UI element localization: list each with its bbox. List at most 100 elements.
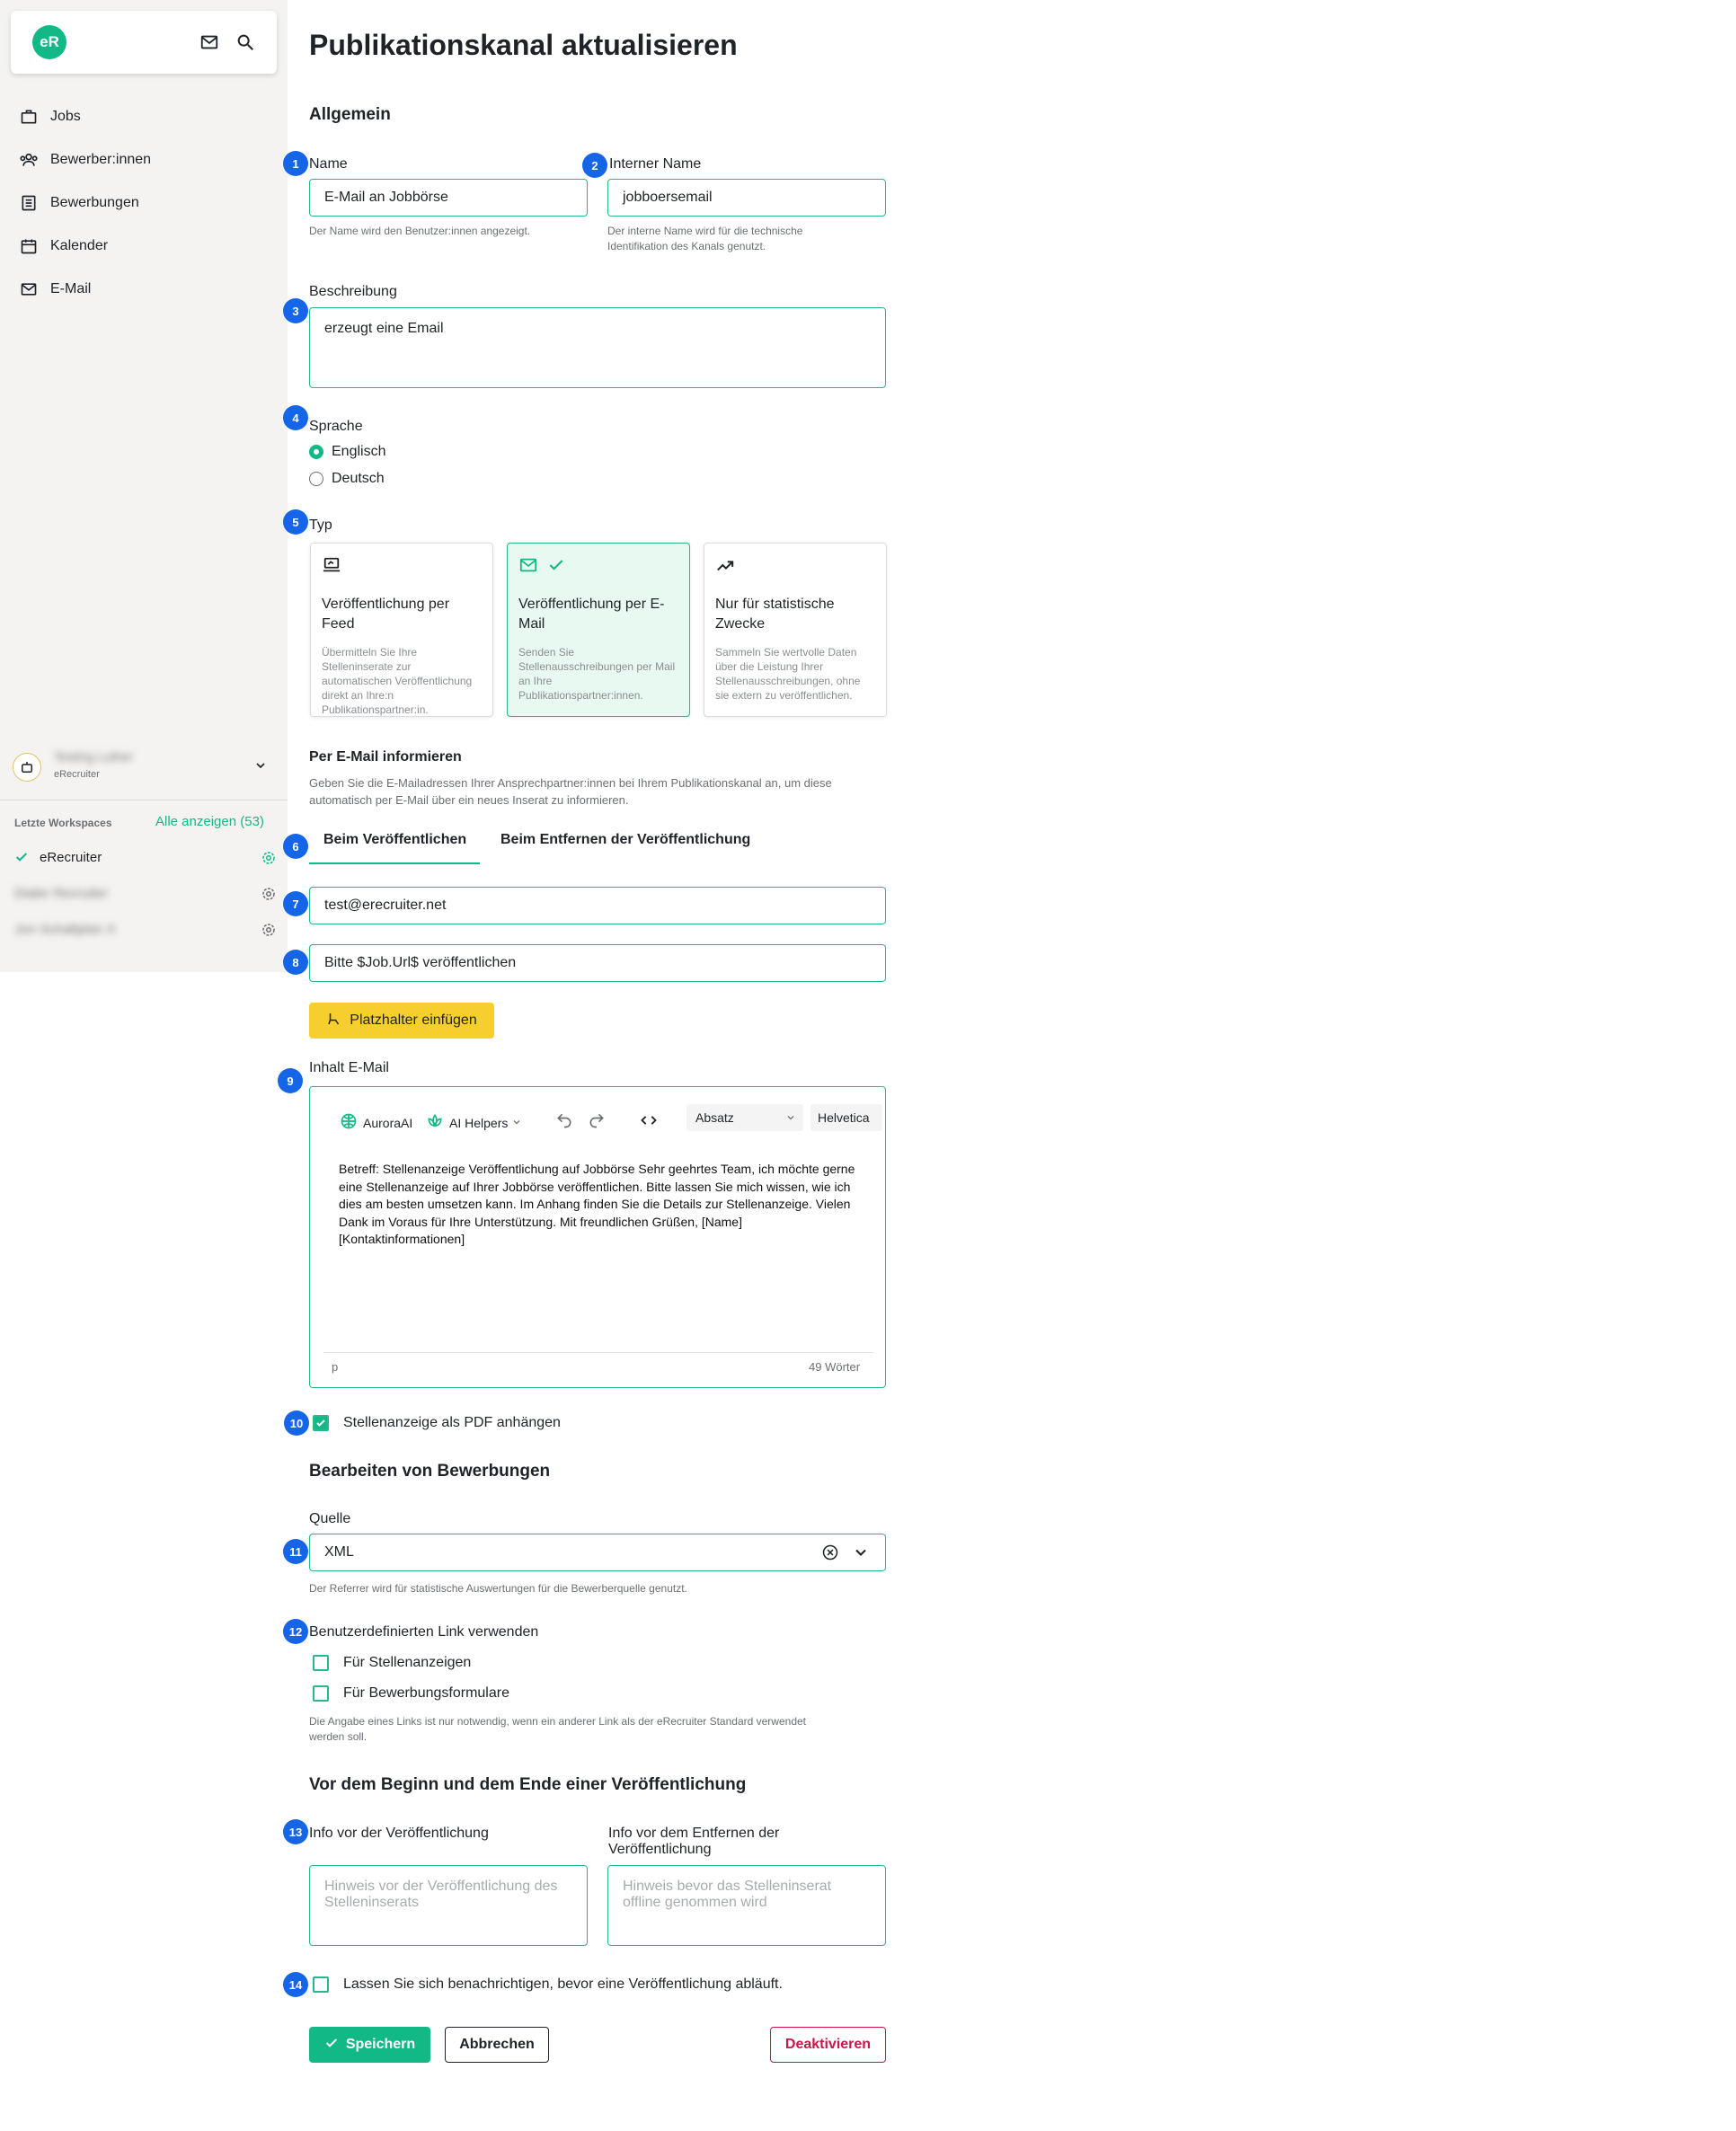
name-input[interactable]: E-Mail an Jobbörse xyxy=(309,179,588,217)
radio-unselected[interactable] xyxy=(309,472,323,486)
font-family-select[interactable]: Helvetica xyxy=(810,1104,882,1131)
checkbox-unchecked[interactable] xyxy=(313,1976,329,1993)
sidebar-item-jobs[interactable]: Jobs xyxy=(18,102,81,132)
description-textarea[interactable]: erzeugt eine Email xyxy=(309,307,886,388)
check-icon xyxy=(14,850,29,869)
tab-on-remove[interactable]: Beim Entfernen der Veröffentlichung xyxy=(500,832,750,848)
aurora-ai-button[interactable]: AuroraAI xyxy=(340,1112,412,1133)
trend-icon xyxy=(715,561,735,578)
lotus-icon xyxy=(426,1112,444,1133)
custom-link-jobs-option[interactable]: Für Stellenanzeigen xyxy=(313,1655,471,1671)
email-body-text[interactable]: Betreff: Stellenanzeige Veröffentlichung… xyxy=(339,1161,864,1249)
custom-link-option-label: Für Bewerbungsformulare xyxy=(343,1685,509,1701)
type-card-feed[interactable]: Veröffentlichung per Feed Übermitteln Si… xyxy=(310,543,493,717)
description-label: Beschreibung xyxy=(309,284,397,299)
notify-help: Geben Sie die E-Mailadressen Ihrer Anspr… xyxy=(309,776,832,807)
sidebar-item-label: Bewerbungen xyxy=(50,195,139,210)
checkbox-unchecked[interactable] xyxy=(313,1655,329,1671)
mail-icon xyxy=(518,558,538,578)
info-remove-textarea[interactable]: Hinweis bevor das Stelleninserat offline… xyxy=(607,1865,886,1946)
type-card-email[interactable]: Veröffentlichung per E-Mail Senden Sie S… xyxy=(507,543,690,717)
language-option-label: Englisch xyxy=(332,444,386,459)
type-card-desc: Übermitteln Sie Ihre Stelleninserate zur… xyxy=(322,646,473,716)
step-badge: 9 xyxy=(278,1068,303,1093)
email-subject-input[interactable]: Bitte $Job.Url$ veröffentlichen xyxy=(309,944,886,982)
step-badge: 1 xyxy=(283,151,308,176)
section-before-title: Vor dem Beginn und dem Ende einer Veröff… xyxy=(309,1775,747,1794)
save-button[interactable]: Speichern xyxy=(309,2027,430,2063)
show-all-link[interactable]: Alle anzeigen (53) xyxy=(155,814,264,829)
internal-name-input[interactable]: jobboersemail xyxy=(607,179,886,217)
aurora-ai-label: AuroraAI xyxy=(363,1115,413,1130)
language-option-german[interactable]: Deutsch xyxy=(309,471,385,487)
type-card-statistics[interactable]: Nur für statistische Zwecke Sammeln Sie … xyxy=(704,543,887,717)
app-logo[interactable]: eR xyxy=(32,25,66,59)
account-switcher[interactable]: Testing Luther eRecruiter xyxy=(13,749,273,785)
info-remove-label-1: Info vor dem Entfernen der xyxy=(608,1826,780,1841)
brain-icon xyxy=(340,1112,358,1133)
custom-link-forms-option[interactable]: Für Bewerbungsformulare xyxy=(313,1685,509,1702)
sidebar-item-calendar[interactable]: Kalender xyxy=(18,231,108,261)
redo-icon[interactable] xyxy=(588,1111,606,1134)
email-recipient-input[interactable]: test@erecruiter.net xyxy=(309,887,886,924)
sidebar-item-applications[interactable]: Bewerbungen xyxy=(18,188,139,218)
type-label: Typ xyxy=(309,517,332,533)
gear-icon[interactable] xyxy=(261,922,277,942)
cancel-button[interactable]: Abbrechen xyxy=(445,2027,549,2063)
mail-icon[interactable] xyxy=(199,32,219,57)
attach-pdf-option[interactable]: Stellenanzeige als PDF anhängen xyxy=(313,1415,561,1431)
workspace-item[interactable]: Dialer Recruiter xyxy=(14,884,279,907)
save-label: Speichern xyxy=(345,2037,416,2052)
language-option-label: Deutsch xyxy=(332,471,385,486)
workspace-item[interactable]: eRecruiter xyxy=(14,848,279,871)
step-badge: 8 xyxy=(283,950,308,975)
gear-icon[interactable] xyxy=(261,850,277,871)
clear-icon[interactable] xyxy=(821,1543,839,1566)
type-card-desc: Sammeln Sie wertvolle Daten über die Lei… xyxy=(715,646,861,702)
people-icon xyxy=(18,149,40,171)
type-card-title: Veröffentlichung per Feed xyxy=(322,597,450,632)
account-name: Testing Luther xyxy=(54,749,133,764)
editor-element-path: p xyxy=(332,1360,339,1374)
step-badge: 6 xyxy=(283,834,308,859)
block-format-value: Absatz xyxy=(695,1110,734,1125)
sidebar-item-label: E-Mail xyxy=(50,281,92,296)
source-code-icon[interactable] xyxy=(640,1111,658,1134)
source-help: Der Referrer wird für statistische Auswe… xyxy=(309,1582,687,1595)
gear-icon[interactable] xyxy=(261,886,277,906)
step-badge: 5 xyxy=(283,509,308,535)
mail-icon xyxy=(18,279,40,300)
chevron-down-icon[interactable] xyxy=(852,1543,870,1566)
block-format-select[interactable]: Absatz xyxy=(686,1104,803,1131)
type-card-desc: Senden Sie Stellenausschreibungen per Ma… xyxy=(518,646,676,702)
name-label: Name xyxy=(309,156,348,172)
tab-on-publish[interactable]: Beim Veröffentlichen xyxy=(323,832,466,848)
calendar-icon xyxy=(18,235,40,257)
checkbox-unchecked[interactable] xyxy=(313,1685,329,1702)
chevron-down-icon xyxy=(253,758,268,777)
email-content-label: Inhalt E-Mail xyxy=(309,1060,389,1075)
expire-notify-option[interactable]: Lassen Sie sich benachrichtigen, bevor e… xyxy=(313,1976,783,1993)
undo-icon[interactable] xyxy=(555,1111,573,1134)
step-badge: 3 xyxy=(283,298,308,323)
sidebar-item-applicants[interactable]: Bewerber:innen xyxy=(18,145,151,175)
step-badge: 13 xyxy=(283,1819,308,1844)
workspace-item[interactable]: Jon Schaltplan X xyxy=(14,920,279,943)
deactivate-button[interactable]: Deaktivieren xyxy=(770,2027,886,2063)
recent-workspaces-label: Letzte Workspaces xyxy=(14,817,112,829)
checkbox-checked[interactable] xyxy=(313,1415,329,1431)
source-select[interactable]: XML xyxy=(309,1534,886,1571)
language-option-english[interactable]: Englisch xyxy=(309,444,385,460)
step-badge: 14 xyxy=(283,1972,308,1997)
source-label: Quelle xyxy=(309,1511,351,1526)
info-before-textarea[interactable]: Hinweis vor der Veröffentlichung des Ste… xyxy=(309,1865,588,1946)
radio-selected[interactable] xyxy=(309,445,323,459)
internal-name-label: Interner Name xyxy=(609,156,702,172)
page-title: Publikationskanal aktualisieren xyxy=(309,29,738,61)
sidebar-item-email[interactable]: E-Mail xyxy=(18,274,91,305)
ai-helpers-dropdown[interactable]: AI Helpers xyxy=(426,1112,522,1133)
source-select-value: XML xyxy=(324,1544,354,1560)
chevron-down-icon xyxy=(785,1111,796,1126)
insert-placeholder-button[interactable]: Platzhalter einfügen xyxy=(309,1003,494,1039)
search-icon[interactable] xyxy=(235,32,255,57)
